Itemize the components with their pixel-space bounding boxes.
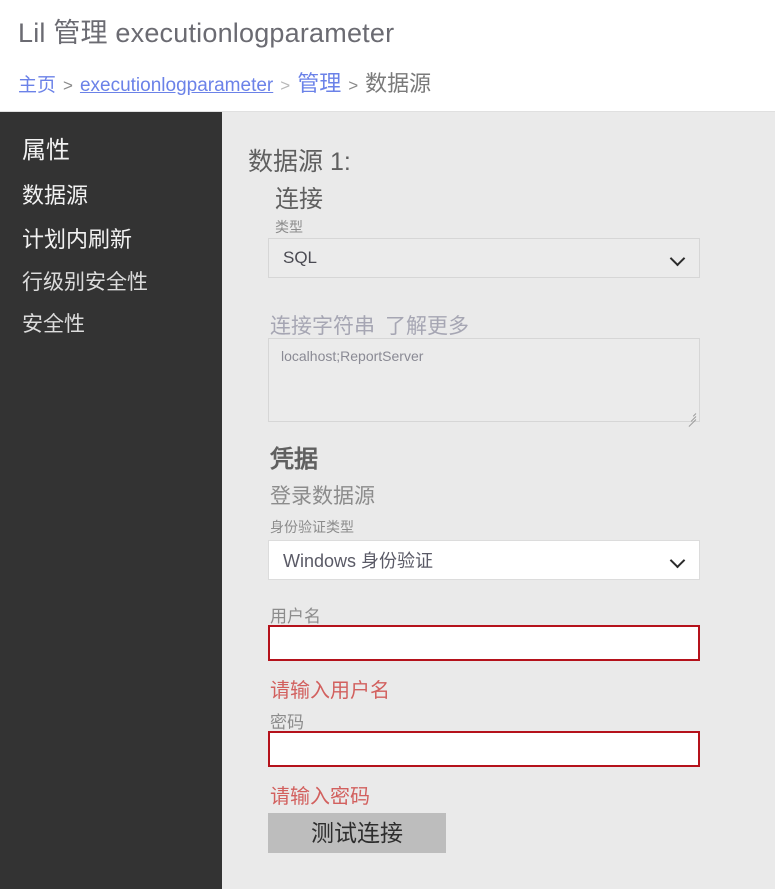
- datasource-heading: 数据源 1:: [248, 148, 351, 176]
- chevron-down-icon: [671, 251, 685, 265]
- breadcrumb-separator-1: >: [63, 76, 73, 95]
- test-connection-button[interactable]: 测试连接: [268, 813, 446, 853]
- connection-string-label: 连接字符串 了解更多: [270, 310, 469, 340]
- sidebar-item-scheduled-refresh[interactable]: 计划内刷新: [0, 218, 222, 262]
- connection-type-value: SQL: [283, 248, 318, 267]
- sidebar-item-row-level-security[interactable]: 行级别安全性: [0, 262, 222, 304]
- sidebar-item-properties[interactable]: 属性: [0, 128, 222, 174]
- password-error-message: 请输入密码: [270, 786, 370, 808]
- breadcrumb-separator-2: >: [280, 76, 291, 95]
- username-label: 用户名: [270, 607, 321, 626]
- page-title: Lil 管理 executionlogparameter: [18, 18, 395, 48]
- sidebar-item-datasource[interactable]: 数据源: [0, 174, 222, 218]
- sidebar-item-security[interactable]: 安全性: [0, 304, 222, 346]
- username-input[interactable]: [268, 625, 700, 661]
- main-content: 数据源 1: 连接 类型 SQL 连接字符串了解更多 凭据 登录数据源 身份验证…: [222, 112, 775, 889]
- breadcrumb-home-link[interactable]: 主页: [18, 70, 56, 97]
- sidebar-nav: 属性 数据源 计划内刷新 行级别安全性 安全性: [0, 112, 222, 889]
- username-error-message: 请输入用户名: [270, 680, 390, 702]
- learn-more-link[interactable]: 了解更多: [385, 315, 469, 338]
- connection-type-select[interactable]: SQL: [268, 238, 700, 278]
- breadcrumb-manage-link[interactable]: 管理: [297, 66, 341, 98]
- auth-type-value: Windows 身份验证: [283, 551, 434, 571]
- credentials-section-heading: 凭据: [270, 446, 318, 473]
- password-label: 密码: [270, 713, 304, 732]
- breadcrumb-item-link[interactable]: executionlogparameter: [80, 75, 273, 97]
- password-input[interactable]: [268, 731, 700, 767]
- auth-type-select[interactable]: Windows 身份验证: [268, 540, 700, 580]
- page-header: Lil 管理 executionlogparameter 主页 > execut…: [0, 0, 775, 112]
- connection-string-label-text: 连接字符串: [270, 315, 375, 338]
- breadcrumb: 主页 > executionlogparameter > 管理 > 数据源: [18, 66, 431, 98]
- connection-string-textarea[interactable]: [268, 338, 700, 422]
- breadcrumb-current: 数据源: [365, 71, 432, 96]
- auth-type-label: 身份验证类型: [270, 519, 354, 535]
- login-datasource-subheading: 登录数据源: [270, 485, 375, 508]
- app-page: Lil 管理 executionlogparameter 主页 > execut…: [0, 0, 775, 889]
- connection-type-label: 类型: [275, 219, 303, 235]
- connection-section-heading: 连接: [275, 186, 323, 213]
- breadcrumb-separator-3: >: [348, 76, 359, 95]
- chevron-down-icon: [671, 553, 685, 567]
